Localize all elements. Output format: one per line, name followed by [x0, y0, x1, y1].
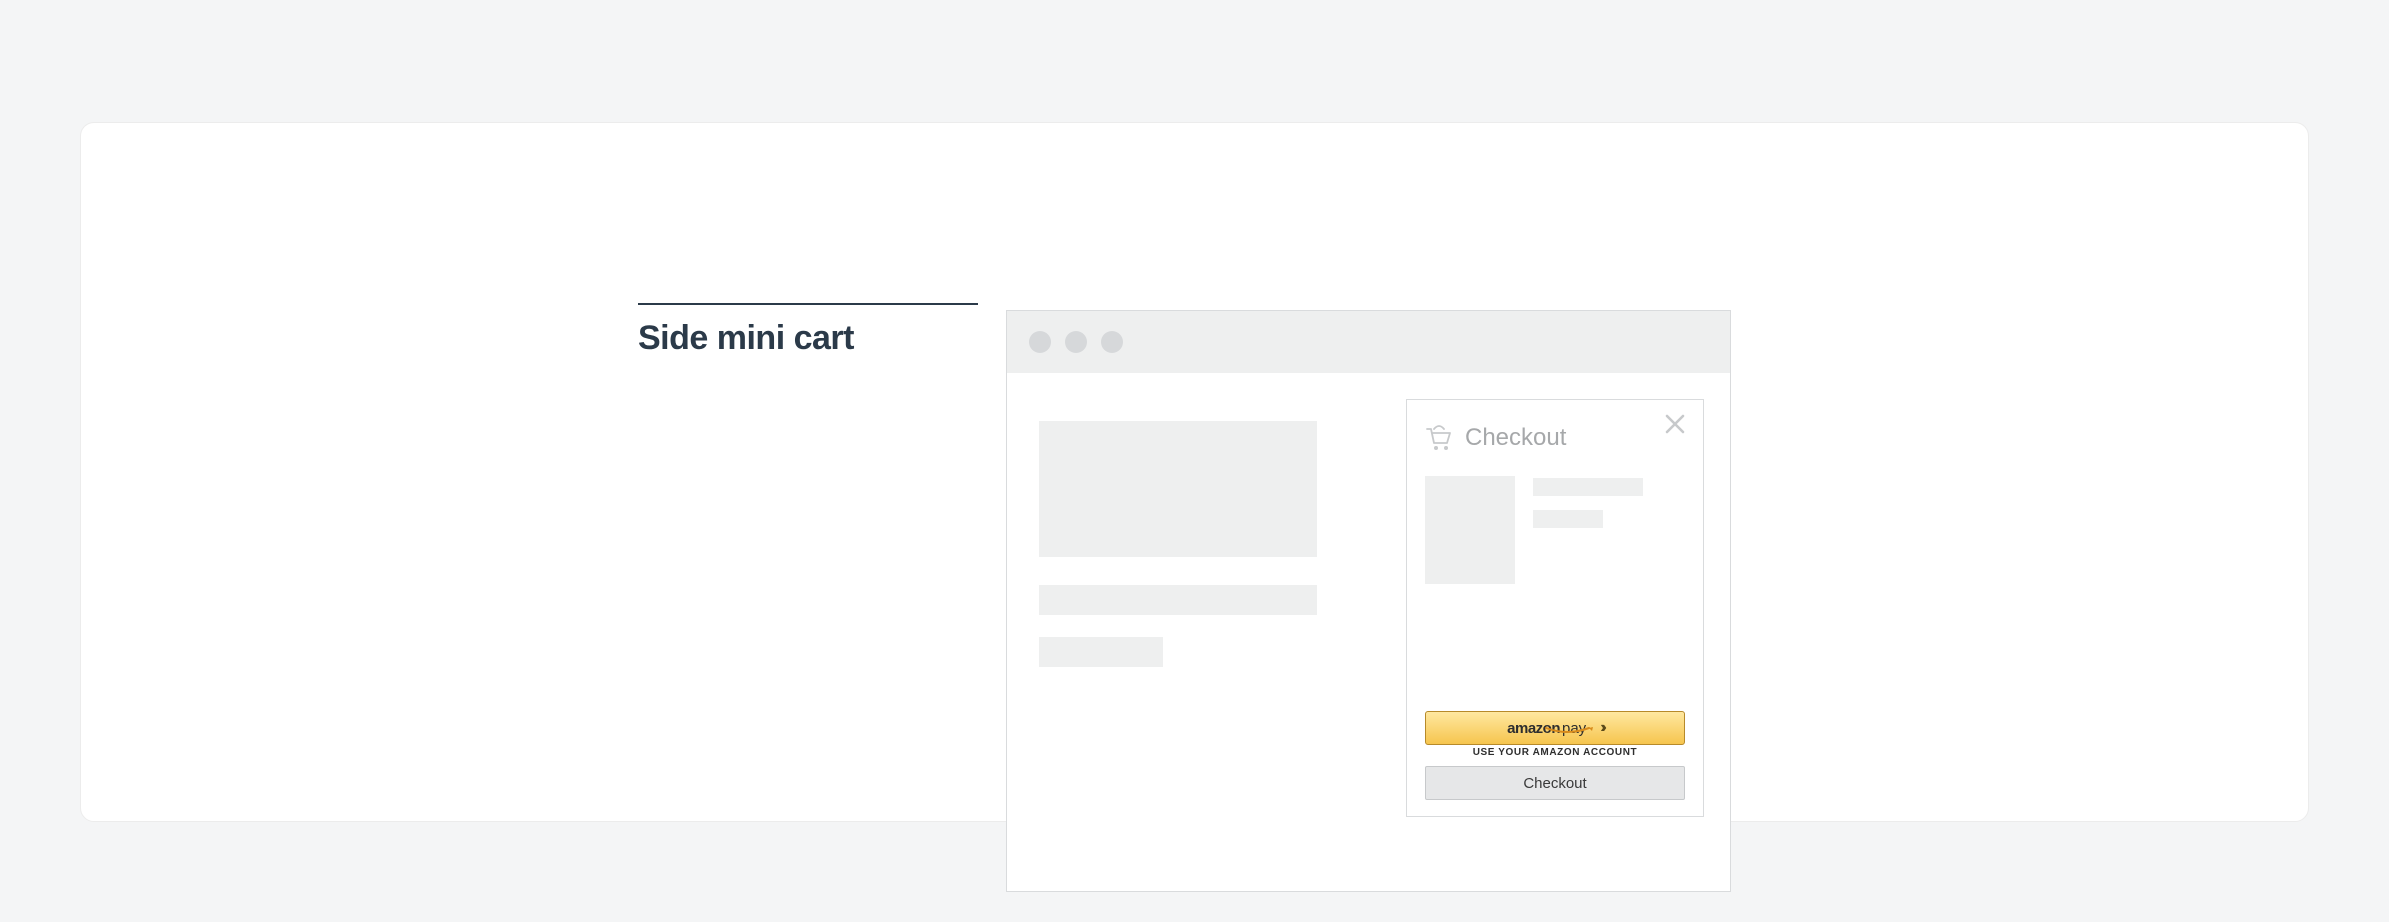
- example-label: Side mini cart: [638, 303, 978, 358]
- example-title: Side mini cart: [638, 319, 978, 358]
- placeholder-text: [1039, 637, 1163, 667]
- placeholder-text: [1039, 585, 1317, 615]
- cart-item: [1425, 476, 1685, 584]
- example-card: Side mini cart: [80, 122, 2309, 822]
- placeholder-text: [1533, 510, 1603, 528]
- checkout-button[interactable]: Checkout: [1425, 766, 1685, 800]
- checkout-button-label: Checkout: [1523, 775, 1586, 792]
- divider: [638, 303, 978, 305]
- mini-cart-title: Checkout: [1465, 424, 1566, 452]
- placeholder-text-group: [1533, 476, 1643, 584]
- traffic-light-icon: [1101, 331, 1123, 353]
- mini-cart-panel: Checkout: [1406, 399, 1704, 817]
- amazon-pay-button[interactable]: amazon pay ››: [1425, 711, 1685, 745]
- traffic-light-icon: [1029, 331, 1051, 353]
- browser-title-bar: [1007, 311, 1730, 373]
- placeholder-text: [1533, 478, 1643, 496]
- traffic-light-icon: [1065, 331, 1087, 353]
- chevrons-right-icon: ››: [1600, 719, 1603, 737]
- placeholder-image: [1039, 421, 1317, 557]
- amazon-pay-subtext: USE YOUR AMAZON ACCOUNT: [1425, 747, 1685, 758]
- mini-cart-actions: amazon pay ›› USE YOUR AMAZO: [1425, 711, 1685, 800]
- placeholder-thumbnail: [1425, 476, 1515, 584]
- cart-icon: [1425, 424, 1455, 452]
- amazon-smile-icon: [1545, 722, 1599, 740]
- close-icon[interactable]: [1663, 412, 1687, 436]
- browser-window: Checkout: [1006, 310, 1731, 892]
- mini-cart-header: Checkout: [1425, 418, 1685, 458]
